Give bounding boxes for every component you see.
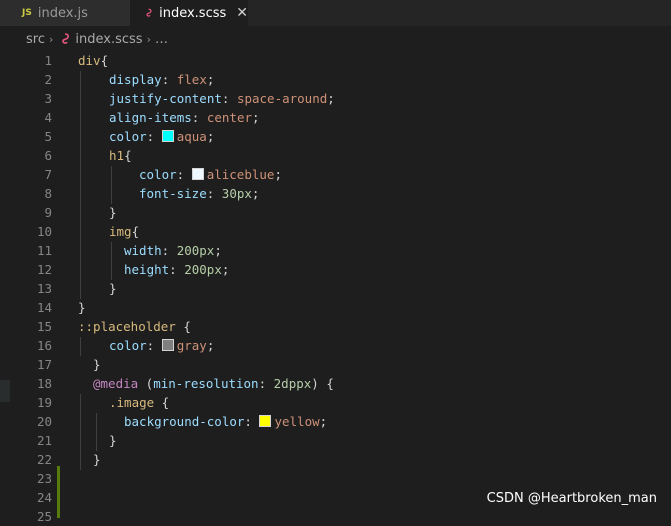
code-line[interactable]: 15 ::placeholder { bbox=[0, 317, 671, 336]
code-line[interactable]: 5 color: aqua; bbox=[0, 127, 671, 146]
at-rule: @media bbox=[93, 376, 139, 391]
css-property: min-resolution bbox=[153, 376, 259, 391]
css-property: color bbox=[139, 167, 177, 182]
css-value: 30px bbox=[221, 186, 252, 201]
color-swatch[interactable] bbox=[161, 339, 174, 351]
color-swatch[interactable] bbox=[191, 168, 204, 180]
code-line[interactable]: 20 background-color: yellow; bbox=[0, 412, 671, 431]
selector: div bbox=[78, 53, 101, 68]
css-property: color bbox=[109, 129, 147, 144]
breadcrumb-file[interactable]: index.scss bbox=[75, 32, 142, 47]
line-number: 6 bbox=[44, 148, 52, 163]
color-swatch[interactable] bbox=[259, 415, 272, 427]
line-number: 14 bbox=[36, 300, 52, 315]
tab-index-js[interactable]: JS index.js bbox=[0, 0, 130, 26]
line-number: 18 bbox=[36, 376, 52, 391]
chevron-right-icon: › bbox=[48, 32, 54, 46]
code-line[interactable]: 23 bbox=[0, 469, 671, 488]
code-line[interactable]: 16 color: gray; bbox=[0, 336, 671, 355]
line-number: 19 bbox=[36, 395, 52, 410]
line-number: 23 bbox=[36, 471, 52, 486]
css-value: flex bbox=[176, 72, 207, 87]
code-line[interactable]: 12 height: 200px; bbox=[0, 260, 671, 279]
code-line[interactable]: 19 .image { bbox=[0, 393, 671, 412]
css-value: space-around bbox=[236, 91, 328, 106]
javascript-file-icon: JS bbox=[22, 8, 32, 18]
code-line[interactable]: 18 @media (min-resolution: 2dppx) { bbox=[0, 374, 671, 393]
line-number: 1 bbox=[44, 53, 52, 68]
line-number: 16 bbox=[36, 338, 52, 353]
code-line[interactable]: 4 align-items: center; bbox=[0, 108, 671, 127]
code-line[interactable]: 14 } bbox=[0, 298, 671, 317]
css-value: 200px bbox=[184, 262, 222, 277]
css-property: width bbox=[124, 243, 162, 258]
line-number: 15 bbox=[36, 319, 52, 334]
code-line[interactable]: 3 justify-content: space-around; bbox=[0, 89, 671, 108]
sass-file-icon bbox=[62, 33, 70, 44]
code-line[interactable]: 13 } bbox=[0, 279, 671, 298]
code-line[interactable]: 25 bbox=[0, 507, 671, 526]
css-property: background-color bbox=[124, 414, 245, 429]
code-line[interactable]: 10 img{ bbox=[0, 222, 671, 241]
tab-index-scss[interactable]: index.scss ✕ bbox=[130, 0, 248, 26]
tab-label: index.js bbox=[37, 5, 88, 21]
css-value: aliceblue bbox=[206, 167, 275, 182]
code-line[interactable]: 9 } bbox=[0, 203, 671, 222]
selector: img bbox=[109, 224, 132, 239]
line-number: 13 bbox=[36, 281, 52, 296]
css-value: yellow bbox=[274, 414, 320, 429]
css-property: color bbox=[109, 338, 147, 353]
code-line[interactable]: 11 width: 200px; bbox=[0, 241, 671, 260]
selector: .image bbox=[109, 395, 155, 410]
line-number: 7 bbox=[44, 167, 52, 182]
code-line[interactable]: 21 } bbox=[0, 431, 671, 450]
line-number: 25 bbox=[36, 509, 52, 524]
line-number: 3 bbox=[44, 91, 52, 106]
line-number: 2 bbox=[44, 72, 52, 87]
line-number: 8 bbox=[44, 186, 52, 201]
color-swatch[interactable] bbox=[161, 130, 174, 142]
css-property: align-items bbox=[109, 110, 192, 125]
line-number: 21 bbox=[36, 433, 52, 448]
css-value: 2dppx bbox=[273, 376, 312, 391]
selector: ::placeholder bbox=[78, 319, 176, 334]
line-number: 22 bbox=[36, 452, 52, 467]
code-line[interactable]: 17 } bbox=[0, 355, 671, 374]
css-property: height bbox=[124, 262, 170, 277]
code-line[interactable]: 6 h1{ bbox=[0, 146, 671, 165]
line-number: 11 bbox=[36, 243, 52, 258]
line-number: 24 bbox=[36, 490, 52, 505]
line-number: 12 bbox=[36, 262, 52, 277]
line-number: 10 bbox=[36, 224, 52, 239]
breadcrumb: src › index.scss › … bbox=[0, 26, 671, 52]
tab-label: index.scss bbox=[159, 5, 227, 21]
code-line[interactable]: 22 } bbox=[0, 450, 671, 469]
css-value: center bbox=[206, 110, 253, 125]
line-number: 17 bbox=[36, 357, 52, 372]
sass-file-icon bbox=[146, 8, 152, 17]
breadcrumb-folder[interactable]: src bbox=[26, 32, 45, 47]
css-value: aqua bbox=[176, 129, 207, 144]
line-number: 5 bbox=[44, 129, 52, 144]
line-number: 9 bbox=[44, 205, 52, 220]
breadcrumb-more[interactable]: … bbox=[155, 32, 168, 47]
code-line[interactable]: 7 color: aliceblue; bbox=[0, 165, 671, 184]
css-property: font-size bbox=[139, 186, 207, 201]
tab-bar: JS index.js index.scss ✕ bbox=[0, 0, 671, 26]
code-line[interactable]: 1 div{ bbox=[0, 51, 671, 70]
css-value: gray bbox=[176, 338, 207, 353]
watermark: CSDN @Heartbroken_man bbox=[486, 491, 657, 506]
line-number: 20 bbox=[36, 414, 52, 429]
css-value: 200px bbox=[176, 243, 215, 258]
css-property: justify-content bbox=[109, 91, 222, 106]
selector: h1 bbox=[109, 148, 125, 163]
git-added-indicator bbox=[57, 466, 60, 518]
code-line[interactable]: 2 display: flex; bbox=[0, 70, 671, 89]
css-property: display bbox=[109, 72, 162, 87]
chevron-right-icon: › bbox=[146, 32, 151, 46]
line-number: 4 bbox=[44, 110, 52, 125]
close-tab-icon[interactable]: ✕ bbox=[236, 5, 248, 21]
code-line[interactable]: 8 font-size: 30px; bbox=[0, 184, 671, 203]
